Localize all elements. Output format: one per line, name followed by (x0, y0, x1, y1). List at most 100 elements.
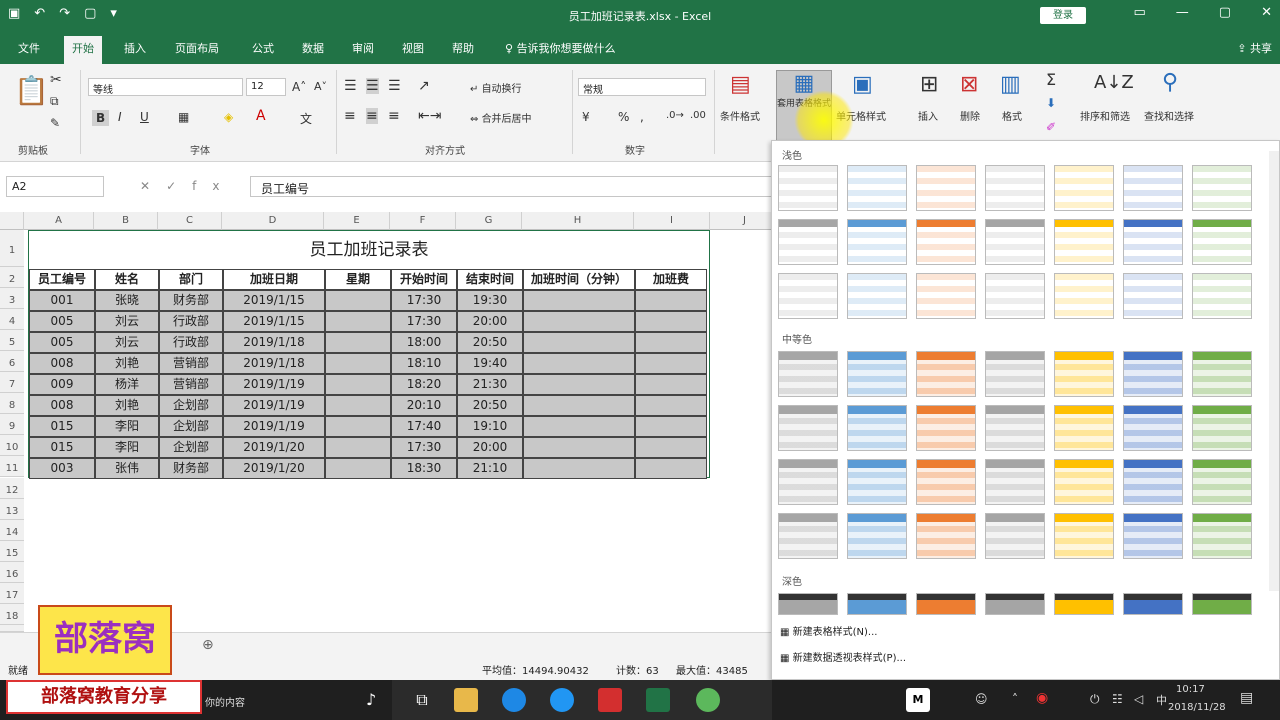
table-style-swatch[interactable] (778, 351, 838, 397)
table-cell[interactable]: 行政部 (159, 311, 223, 332)
table-cell[interactable] (325, 353, 391, 374)
table-style-swatch[interactable] (1054, 351, 1114, 397)
table-cell[interactable]: 财务部 (159, 290, 223, 311)
table-cell[interactable]: 企划部 (159, 395, 223, 416)
login-button[interactable]: 登录 (1040, 7, 1086, 24)
table-style-swatch[interactable] (1054, 513, 1114, 559)
column-header[interactable]: F (390, 212, 456, 230)
table-cell[interactable] (635, 332, 707, 353)
table-cell[interactable]: 18:30 (391, 458, 457, 479)
percent-icon[interactable]: % (618, 110, 629, 124)
table-cell[interactable] (635, 395, 707, 416)
align-middle-icon[interactable]: ☰ (366, 78, 379, 94)
font-name-select[interactable]: 等线 (88, 78, 243, 96)
find-select-button[interactable]: 查找和选择 (1144, 108, 1194, 123)
header-cell[interactable]: 星期 (325, 269, 391, 290)
row-header[interactable]: 6 (0, 351, 24, 372)
clock-time[interactable]: 10:17 (1176, 684, 1205, 695)
table-cell[interactable] (325, 458, 391, 479)
clear-icon[interactable]: ✐ (1046, 120, 1056, 134)
header-cell[interactable]: 结束时间 (457, 269, 523, 290)
add-sheet-icon[interactable]: ⊕ (202, 637, 214, 653)
new-table-style-item[interactable]: ▦ 新建表格样式(N)... (780, 623, 877, 638)
bold-button[interactable]: B (92, 110, 110, 126)
sort-filter-icon[interactable]: A↓Z (1094, 72, 1134, 93)
tab-review[interactable]: 审阅 (352, 40, 374, 56)
table-style-swatch[interactable] (1123, 165, 1183, 211)
worksheet[interactable]: A B C D E F G H I J 1 2 3 4 5 6 7 8 9 10 11 12 13 14 1… (0, 212, 780, 643)
row-header[interactable]: 19 (0, 625, 24, 643)
table-style-swatch[interactable] (916, 593, 976, 615)
table-cell[interactable] (523, 290, 635, 311)
align-right-icon[interactable]: ≡ (388, 108, 400, 124)
table-cell[interactable] (325, 332, 391, 353)
table-style-swatch[interactable] (1192, 273, 1252, 319)
power-icon[interactable]: ⏻ (1090, 692, 1100, 707)
header-cell[interactable]: 姓名 (95, 269, 159, 290)
table-cell[interactable] (523, 353, 635, 374)
recorder-icon[interactable] (598, 688, 622, 712)
app-icon[interactable] (696, 688, 720, 712)
table-cell[interactable] (523, 311, 635, 332)
table-cell[interactable]: 003 (29, 458, 95, 479)
notifications-icon[interactable]: ▤ (1240, 690, 1253, 706)
row-header[interactable]: 15 (0, 541, 24, 562)
cancel-icon[interactable]: ✕ (140, 179, 166, 193)
table-cell[interactable]: 2019/1/18 (223, 353, 325, 374)
table-style-swatch[interactable] (916, 405, 976, 451)
cell-styles-icon[interactable]: ▣ (852, 72, 873, 97)
table-style-swatch[interactable] (1123, 273, 1183, 319)
table-cell[interactable]: 2019/1/19 (223, 395, 325, 416)
close-icon[interactable]: ✕ (1261, 5, 1272, 20)
table-cell[interactable]: 2019/1/15 (223, 290, 325, 311)
find-select-icon[interactable]: ⚲ (1162, 70, 1178, 95)
table-cell[interactable]: 20:00 (457, 311, 523, 332)
table-style-swatch[interactable] (847, 513, 907, 559)
table-style-swatch[interactable] (847, 459, 907, 505)
table-style-swatch[interactable] (985, 219, 1045, 265)
conditional-format-button[interactable]: 条件格式 (720, 108, 760, 123)
share-button[interactable]: ⇪ 共享 (1237, 40, 1272, 56)
table-cell[interactable]: 17:30 (391, 311, 457, 332)
file-explorer-icon[interactable] (454, 688, 478, 712)
row-header[interactable]: 10 (0, 435, 24, 456)
table-style-swatch[interactable] (778, 459, 838, 505)
ribbon-options-icon[interactable]: ▭ (1134, 5, 1146, 20)
table-cell[interactable]: 李阳 (95, 416, 159, 437)
select-all-corner[interactable] (0, 212, 24, 230)
align-center-icon[interactable]: ≡ (366, 108, 378, 124)
table-cell[interactable]: 18:10 (391, 353, 457, 374)
table-style-swatch[interactable] (1054, 593, 1114, 615)
table-cell[interactable]: 李阳 (95, 437, 159, 458)
header-cell[interactable]: 开始时间 (391, 269, 457, 290)
table-style-swatch[interactable] (985, 459, 1045, 505)
table-cell[interactable] (523, 332, 635, 353)
table-cell[interactable] (523, 395, 635, 416)
table-cell[interactable]: 20:00 (457, 437, 523, 458)
table-style-swatch[interactable] (985, 513, 1045, 559)
table-style-swatch[interactable] (778, 405, 838, 451)
table-cell[interactable]: 20:50 (457, 395, 523, 416)
table-cell[interactable]: 005 (29, 332, 95, 353)
fill-icon[interactable]: ⬇ (1046, 96, 1056, 110)
row-header[interactable]: 17 (0, 583, 24, 604)
function-icon[interactable]: fx (192, 179, 235, 193)
table-style-swatch[interactable] (847, 165, 907, 211)
table-cell[interactable]: 20:10 (391, 395, 457, 416)
column-header[interactable]: G (456, 212, 522, 230)
font-color-icon[interactable]: A (256, 108, 266, 124)
table-style-swatch[interactable] (1123, 219, 1183, 265)
italic-button[interactable]: I (118, 110, 122, 124)
increase-font-icon[interactable]: A˄ (292, 80, 306, 94)
table-cell[interactable]: 17:40 (391, 416, 457, 437)
table-cell[interactable]: 2019/1/19 (223, 416, 325, 437)
column-header[interactable]: H (522, 212, 634, 230)
table-style-swatch[interactable] (847, 405, 907, 451)
comma-icon[interactable]: , (640, 110, 644, 124)
tab-page-layout[interactable]: 页面布局 (175, 40, 219, 56)
edge-icon[interactable] (502, 688, 526, 712)
table-style-swatch[interactable] (1123, 405, 1183, 451)
table-style-swatch[interactable] (847, 219, 907, 265)
autosum-icon[interactable]: Σ (1046, 70, 1056, 89)
table-style-swatch[interactable] (847, 351, 907, 397)
